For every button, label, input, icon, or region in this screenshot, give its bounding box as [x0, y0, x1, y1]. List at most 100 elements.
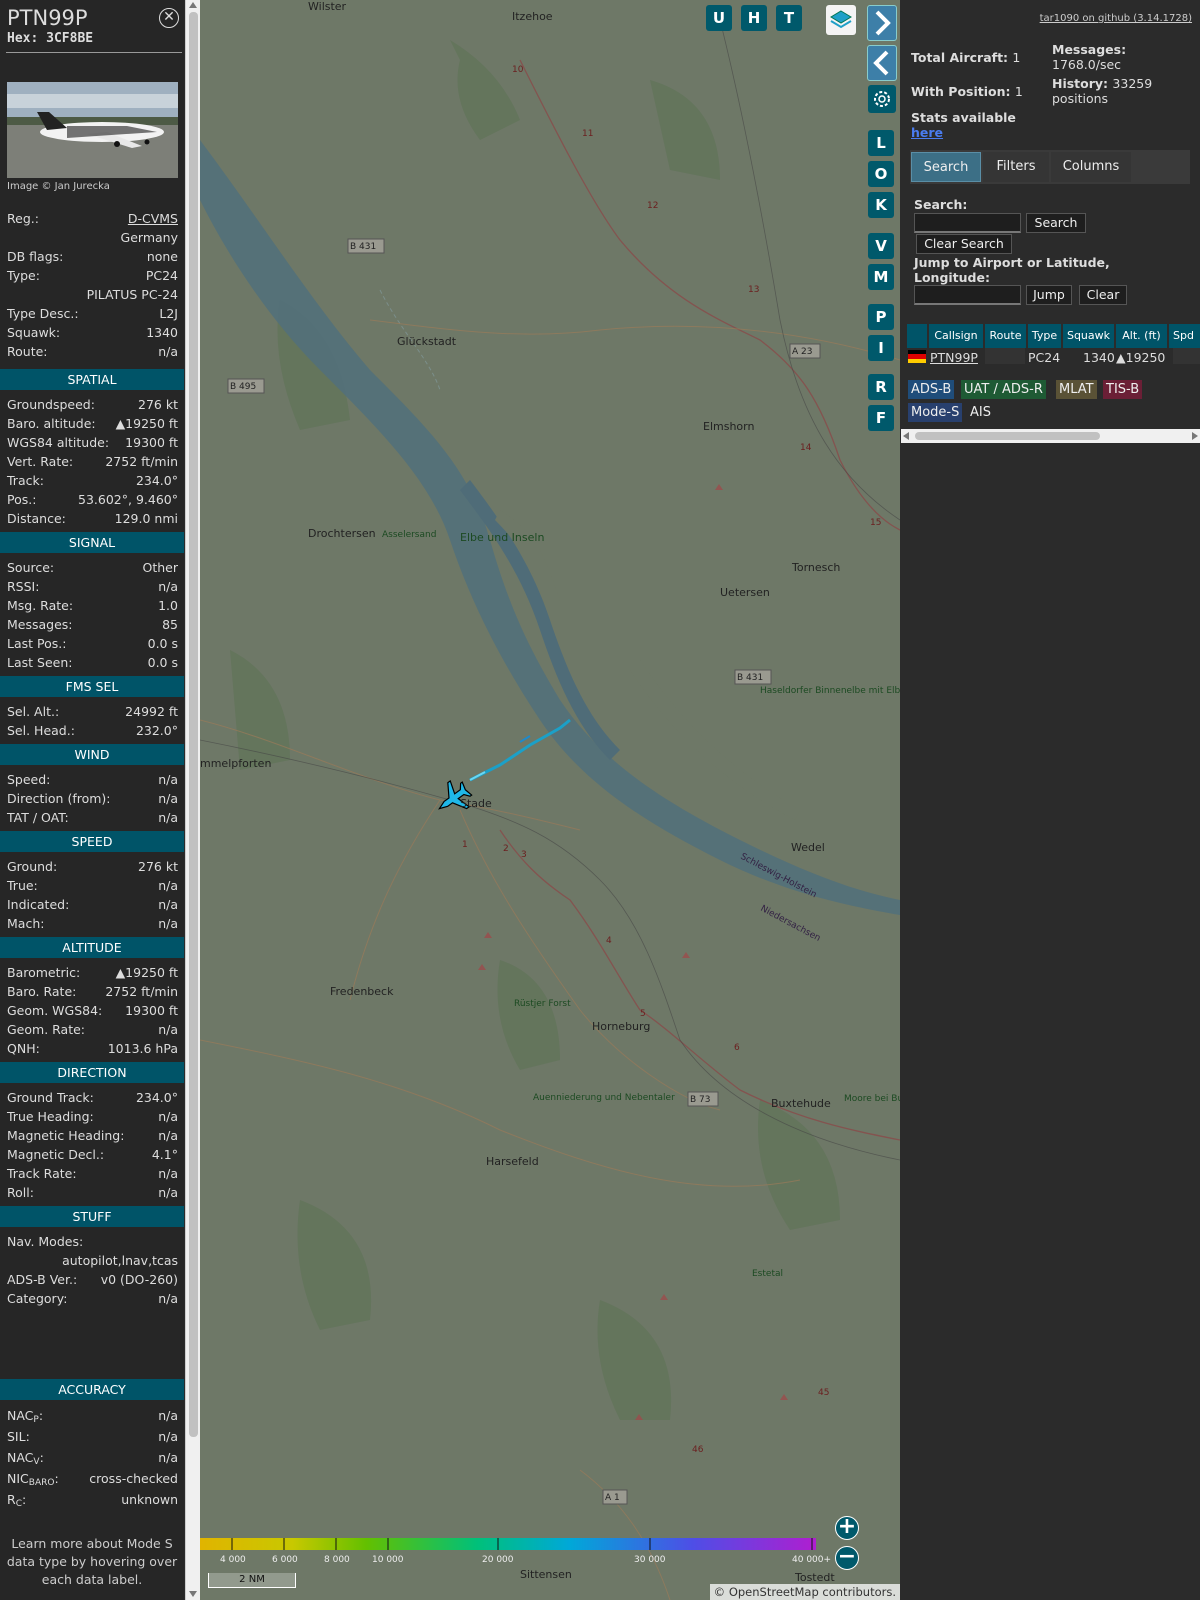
map-button-p[interactable]: P: [868, 304, 894, 330]
detail-label[interactable]: QNH:: [7, 1039, 40, 1058]
row-callsign[interactable]: PTN99P: [930, 350, 978, 365]
detail-label[interactable]: Track:: [7, 471, 44, 490]
map-button-f[interactable]: F: [868, 405, 894, 431]
detail-label[interactable]: Barometric:: [7, 963, 80, 982]
legend-ads-b[interactable]: ADS-B: [908, 380, 955, 399]
detail-label[interactable]: Magnetic Decl.:: [7, 1145, 104, 1164]
settings-gear-icon[interactable]: [868, 85, 896, 113]
detail-label[interactable]: Baro. Rate:: [7, 982, 76, 1001]
info-label[interactable]: Type:: [7, 266, 40, 285]
detail-label[interactable]: Speed:: [7, 770, 50, 789]
col-type[interactable]: Type: [1028, 324, 1061, 348]
col-altitude[interactable]: Alt. (ft): [1116, 324, 1167, 348]
jump-input[interactable]: [914, 285, 1021, 305]
detail-value: autopilot,lnav,tcas: [62, 1253, 178, 1268]
detail-label[interactable]: Category:: [7, 1289, 67, 1308]
detail-label[interactable]: Last Seen:: [7, 653, 72, 672]
detail-label[interactable]: Messages:: [7, 615, 73, 634]
road-label: A 23: [789, 343, 821, 359]
info-row: Route: n/a: [0, 342, 184, 361]
col-flag[interactable]: [907, 324, 927, 348]
legend-tis-b[interactable]: TIS-B: [1103, 380, 1143, 399]
map-button-k[interactable]: K: [868, 192, 894, 218]
detail-label[interactable]: Baro. altitude:: [7, 414, 96, 433]
map-button-l[interactable]: L: [868, 130, 894, 156]
expand-right-icon[interactable]: [867, 5, 897, 41]
clear-search-button[interactable]: Clear Search: [916, 234, 1012, 254]
legend-mode-s[interactable]: Mode-S: [908, 403, 963, 422]
info-label[interactable]: Reg.:: [7, 209, 39, 228]
col-speed[interactable]: Spd: [1169, 324, 1200, 348]
legend-ais[interactable]: AIS: [967, 403, 994, 422]
detail-label[interactable]: Geom. Rate:: [7, 1020, 85, 1039]
search-input[interactable]: [914, 213, 1021, 233]
col-callsign[interactable]: Callsign: [929, 324, 983, 348]
detail-label[interactable]: Roll:: [7, 1183, 34, 1202]
map-button-r[interactable]: R: [868, 374, 894, 400]
legend-mlat[interactable]: MLAT: [1056, 380, 1097, 399]
detail-label[interactable]: True Heading:: [7, 1107, 94, 1126]
github-link[interactable]: tar1090 on github (3.14.1728): [1040, 13, 1192, 24]
map-button-i[interactable]: I: [868, 335, 894, 361]
detail-label[interactable]: Direction (from):: [7, 789, 111, 808]
jump-button[interactable]: Jump: [1026, 285, 1072, 305]
detail-label[interactable]: Last Pos.:: [7, 634, 66, 653]
search-button[interactable]: Search: [1026, 213, 1086, 233]
detail-label[interactable]: Vert. Rate:: [7, 452, 73, 471]
info-label[interactable]: Type Desc.:: [7, 304, 79, 323]
road-label: 46: [692, 1445, 704, 1455]
info-value[interactable]: D-CVMS: [128, 209, 178, 228]
detail-label[interactable]: Distance:: [7, 509, 66, 528]
toggle-h-button[interactable]: H: [741, 5, 767, 31]
tab-columns[interactable]: Columns: [1051, 152, 1131, 182]
table-horizontal-scrollbar[interactable]: [901, 429, 1200, 443]
toggle-t-button[interactable]: T: [776, 5, 802, 31]
map-button-m[interactable]: M: [868, 264, 894, 290]
info-label[interactable]: Route:: [7, 342, 48, 361]
detail-label[interactable]: WGS84 altitude:: [7, 433, 109, 452]
tab-search[interactable]: Search: [911, 152, 981, 182]
detail-label[interactable]: ADS-B Ver.:: [7, 1270, 77, 1289]
accuracy-label[interactable]: RC:: [7, 1489, 26, 1515]
detail-label[interactable]: Track Rate:: [7, 1164, 77, 1183]
detail-value: 232.0°: [135, 723, 178, 738]
aircraft-sidebar: PTN99P Hex: 3CF8BE ✕ Image © Jan Jurecka…: [0, 0, 184, 1600]
info-label[interactable]: DB flags:: [7, 247, 63, 266]
tab-filters[interactable]: Filters: [983, 152, 1049, 182]
info-label[interactable]: Squawk:: [7, 323, 60, 342]
detail-label[interactable]: Nav. Modes:: [7, 1232, 83, 1251]
detail-label[interactable]: Sel. Head.:: [7, 721, 75, 740]
zoom-in-button[interactable]: +: [835, 1516, 859, 1540]
zoom-out-button[interactable]: −: [835, 1546, 859, 1570]
map-button-v[interactable]: V: [868, 233, 894, 259]
detail-label[interactable]: Ground:: [7, 857, 57, 876]
col-route[interactable]: Route: [985, 324, 1026, 348]
detail-label[interactable]: Source:: [7, 558, 54, 577]
detail-label[interactable]: Indicated:: [7, 895, 69, 914]
sidebar-scrollbar[interactable]: [185, 0, 200, 1600]
detail-label[interactable]: Msg. Rate:: [7, 596, 73, 615]
detail-label[interactable]: True:: [7, 876, 38, 895]
layers-icon[interactable]: [826, 5, 856, 35]
stats-link[interactable]: here: [911, 125, 943, 140]
toggle-u-button[interactable]: U: [706, 5, 732, 31]
detail-label[interactable]: Mach:: [7, 914, 44, 933]
section-header-altitude: ALTITUDE: [0, 937, 184, 958]
detail-label[interactable]: RSSI:: [7, 577, 39, 596]
clear-jump-button[interactable]: Clear: [1079, 285, 1127, 305]
close-icon[interactable]: ✕: [159, 8, 179, 28]
detail-label[interactable]: Sel. Alt.:: [7, 702, 59, 721]
detail-label[interactable]: Groundspeed:: [7, 395, 95, 414]
detail-label[interactable]: Pos.:: [7, 490, 36, 509]
legend-uat-ads-r[interactable]: UAT / ADS-R: [961, 380, 1046, 399]
detail-label[interactable]: Geom. WGS84:: [7, 1001, 102, 1020]
accuracy-label[interactable]: SIL:: [7, 1426, 30, 1447]
detail-label[interactable]: TAT / OAT:: [7, 808, 69, 827]
detail-label[interactable]: Ground Track:: [7, 1088, 94, 1107]
detail-label[interactable]: Magnetic Heading:: [7, 1126, 124, 1145]
map-button-o[interactable]: O: [868, 161, 894, 187]
map-view[interactable]: Wilster Itzehoe Glückstadt Elmshorn Drochter…: [200, 0, 900, 1600]
collapse-left-icon[interactable]: [867, 45, 897, 81]
col-squawk[interactable]: Squawk: [1063, 324, 1114, 348]
aircraft-photo[interactable]: [7, 82, 178, 178]
